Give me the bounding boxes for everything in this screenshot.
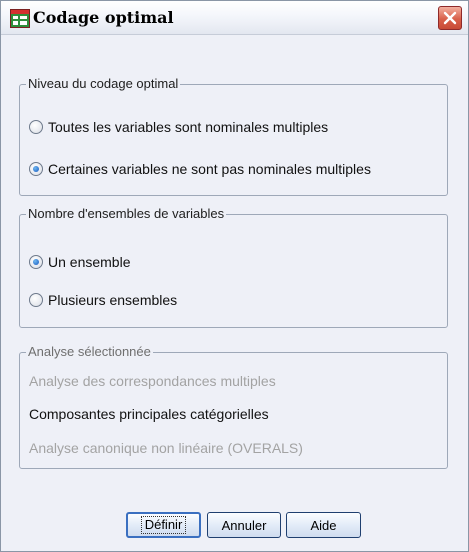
- radio-label: Un ensemble: [48, 254, 131, 270]
- variable-sets-group: Nombre d'ensembles de variables: [19, 206, 448, 328]
- dialog-title: Codage optimal: [33, 8, 174, 27]
- radio-one-set[interactable]: Un ensemble: [29, 253, 131, 271]
- spreadsheet-icon: [10, 9, 30, 28]
- radio-all-multiple-nominal[interactable]: Toutes les variables sont nominales mult…: [29, 118, 328, 136]
- selected-analysis-legend: Analyse sélectionnée: [26, 344, 153, 359]
- title-bar[interactable]: Codage optimal: [1, 1, 468, 35]
- radio-label: Plusieurs ensembles: [48, 292, 178, 308]
- analysis-catpca: Composantes principales catégorielles: [29, 406, 269, 422]
- help-button[interactable]: Aide: [286, 512, 361, 538]
- help-button-label: Aide: [310, 517, 337, 533]
- radio-label: Certaines variables ne sont pas nominale…: [48, 161, 371, 177]
- close-button[interactable]: [438, 6, 462, 30]
- radio-button-selected[interactable]: [29, 255, 43, 269]
- radio-some-not-multiple-nominal[interactable]: Certaines variables ne sont pas nominale…: [29, 160, 371, 178]
- cancel-button[interactable]: Annuler: [207, 512, 281, 538]
- variable-sets-legend: Nombre d'ensembles de variables: [26, 206, 227, 221]
- close-icon: [443, 11, 457, 25]
- define-button-label: Définir: [140, 516, 187, 534]
- analysis-mca: Analyse des correspondances multiples: [29, 373, 276, 389]
- coding-level-legend: Niveau du codage optimal: [26, 76, 181, 91]
- dialog-window: Codage optimal Niveau du codage optimal …: [0, 0, 469, 552]
- coding-level-group: Niveau du codage optimal: [19, 76, 448, 196]
- radio-button[interactable]: [29, 120, 43, 134]
- cancel-button-label: Annuler: [221, 517, 267, 533]
- radio-label: Toutes les variables sont nominales mult…: [48, 119, 329, 135]
- define-button[interactable]: Définir: [126, 512, 201, 538]
- radio-multiple-sets[interactable]: Plusieurs ensembles: [29, 291, 177, 309]
- radio-button-selected[interactable]: [29, 162, 43, 176]
- analysis-overals: Analyse canonique non linéaire (OVERALS): [29, 440, 303, 456]
- radio-button[interactable]: [29, 293, 43, 307]
